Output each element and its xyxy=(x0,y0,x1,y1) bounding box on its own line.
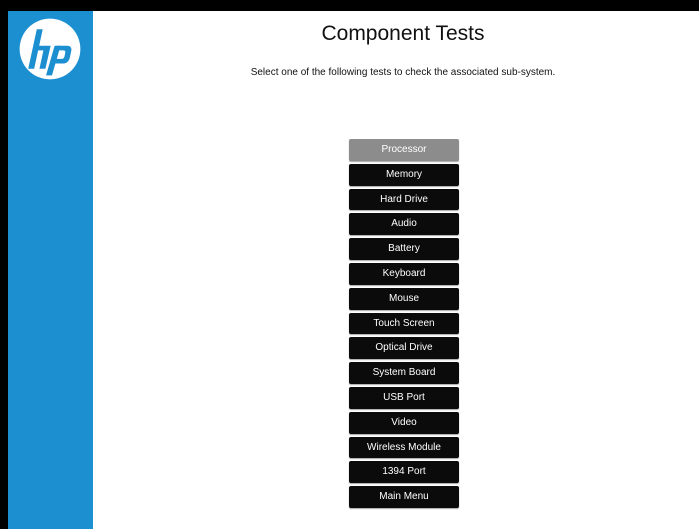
keyboard-test-button[interactable]: Keyboard xyxy=(349,262,459,285)
main-menu-button[interactable]: Main Menu xyxy=(349,486,459,508)
brand-sidebar: hp xyxy=(8,11,93,529)
component-test-menu: Processor Memory Hard Drive Audio Batter… xyxy=(349,139,459,508)
hard-drive-test-button[interactable]: Hard Drive xyxy=(349,188,459,211)
touch-screen-test-button[interactable]: Touch Screen xyxy=(349,312,459,335)
video-test-button[interactable]: Video xyxy=(349,411,459,434)
1394-port-test-button[interactable]: 1394 Port xyxy=(349,461,459,484)
audio-test-button[interactable]: Audio xyxy=(349,213,459,236)
page-title: Component Tests xyxy=(321,22,485,45)
memory-test-button[interactable]: Memory xyxy=(349,163,459,186)
system-board-test-button[interactable]: System Board xyxy=(349,362,459,384)
processor-test-button[interactable]: Processor xyxy=(349,139,459,161)
diagnostics-screen: hp Component Tests Select one of the fol… xyxy=(8,11,699,529)
usb-port-test-button[interactable]: USB Port xyxy=(349,386,459,409)
battery-test-button[interactable]: Battery xyxy=(349,238,459,260)
main-content: Component Tests Select one of the follow… xyxy=(93,11,699,529)
wireless-module-test-button[interactable]: Wireless Module xyxy=(349,436,459,459)
page-subtitle: Select one of the following tests to che… xyxy=(250,67,556,78)
mouse-test-button[interactable]: Mouse xyxy=(349,287,459,310)
optical-drive-test-button[interactable]: Optical Drive xyxy=(349,337,459,360)
hp-logo: hp xyxy=(19,18,81,80)
